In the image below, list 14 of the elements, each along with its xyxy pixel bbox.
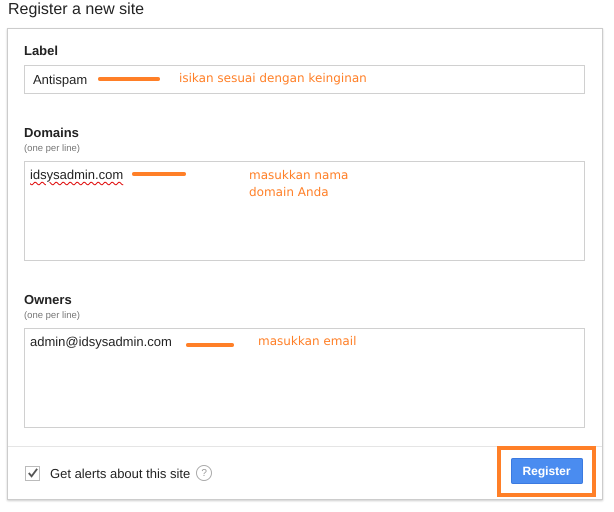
page-title: Register a new site (7, 0, 146, 20)
field-label: Owners (24, 292, 73, 308)
annotation-text: masukkan nama domain Anda (249, 167, 348, 201)
checkbox-label: Get alerts about this site (50, 466, 190, 480)
annotation-line (132, 172, 186, 176)
field-hint: (one per line) (24, 143, 81, 155)
annotation-line (98, 77, 160, 81)
field-label: Label (24, 43, 59, 59)
field-label: Domains (24, 125, 80, 141)
checkbox[interactable] (25, 466, 40, 480)
annotation-line (186, 343, 234, 347)
annotation-text: isikan sesuai dengan keinginan (179, 70, 367, 87)
field-hint: (one per line) (24, 310, 81, 322)
annotation-text: masukkan email (258, 333, 356, 350)
